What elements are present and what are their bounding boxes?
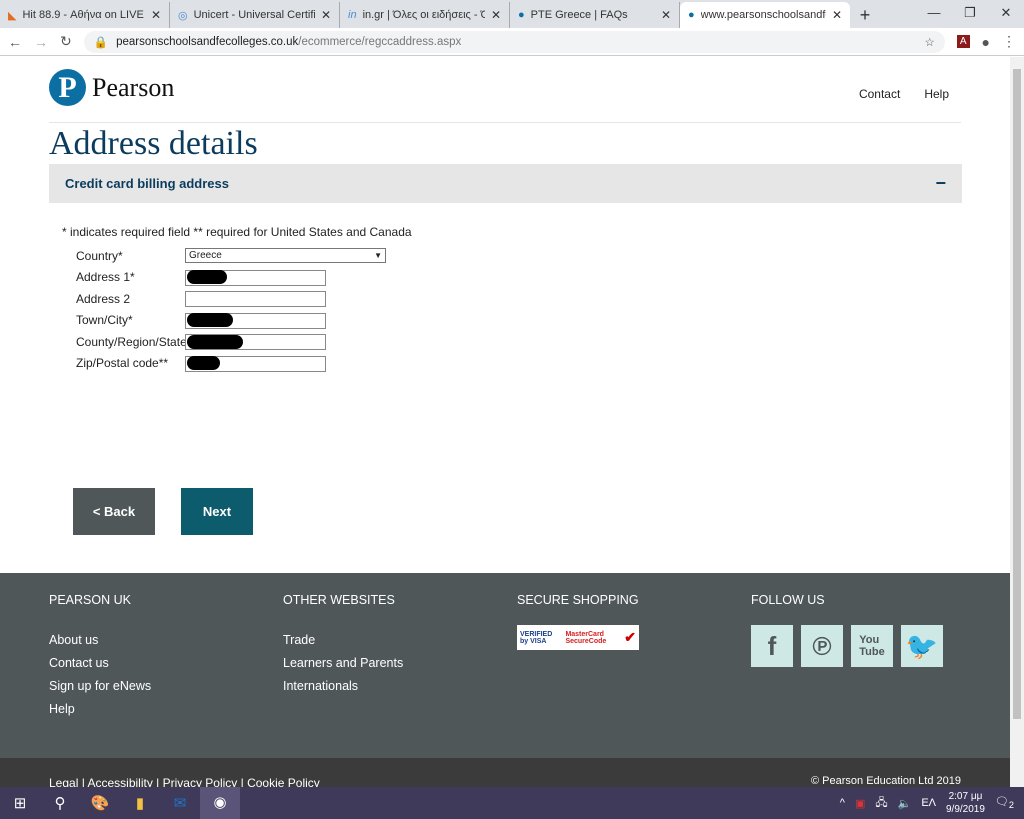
redaction (187, 356, 220, 370)
redaction (187, 270, 227, 284)
address-bar-row: ← → ↻ 🔒 pearsonschoolsandfecolleges.co.uk/e… (0, 28, 1024, 56)
pearson-icon: ● (518, 9, 525, 21)
paint-icon[interactable]: 🎨 (80, 794, 120, 812)
copyright: © Pearson Education Ltd 2019 (811, 775, 961, 787)
pdf-extension-icon[interactable]: A (956, 35, 970, 48)
windows-taskbar: ⊞ ⚲ 🎨 ▮ ✉ ◉ ^ ▣ 🖧 🔈 ΕΛ 2:07 μμ 9/9/2019 🗨… (0, 787, 1024, 819)
browser-tab[interactable]: ◎Unicert - Universal Certificate✕ (170, 2, 340, 28)
help-link[interactable]: Help (924, 87, 949, 101)
clock[interactable]: 2:07 μμ 9/9/2019 (946, 790, 985, 816)
redaction (187, 334, 243, 349)
language-indicator[interactable]: ΕΛ (921, 797, 936, 809)
address2-input[interactable] (185, 291, 326, 307)
site-header: P Pearson Contact Help (49, 69, 961, 123)
billing-panel-header[interactable]: Credit card billing address − (49, 164, 962, 203)
browser-tab[interactable]: ◣ Hit 88.9 - Αθήνα on LIVE ✕ (0, 2, 170, 28)
footer-link[interactable]: Learners and Parents (283, 656, 403, 670)
legal-links[interactable]: Legal | Accessibility | Privacy Policy |… (49, 776, 320, 787)
contact-link[interactable]: Contact (859, 87, 900, 101)
reload-icon[interactable]: ↻ (60, 33, 72, 50)
youtube-icon[interactable]: You Tube (851, 625, 893, 667)
acrobat-tray-icon[interactable]: ▣ (855, 797, 865, 810)
in-gr-icon: in (348, 9, 357, 21)
address-form: Country* Greece ▼ Address 1* Address 2 Tow… (76, 245, 386, 374)
verified-by-visa-badge: VERIFIED by VISA (520, 630, 553, 645)
file-explorer-icon[interactable]: ▮ (120, 794, 160, 812)
collapse-icon[interactable]: − (935, 173, 946, 194)
site-footer: PEARSON UK About us Contact us Sign up for… (0, 573, 1010, 758)
back-button[interactable]: < Back (73, 488, 155, 535)
browser-tab-active[interactable]: ●www.pearsonschoolsandfecolleges✕ (680, 2, 850, 28)
close-icon[interactable]: ✕ (321, 8, 331, 22)
outlook-icon[interactable]: ✉ (160, 794, 200, 812)
facebook-icon[interactable]: f (751, 625, 793, 667)
tab-strip: ◣ Hit 88.9 - Αθήνα on LIVE ✕ ◎ Unicert - Un… (0, 0, 1024, 28)
chrome-icon[interactable]: ◉ (200, 787, 240, 819)
close-icon[interactable]: ✕ (491, 8, 501, 22)
country-select[interactable]: Greece ▼ (185, 248, 386, 264)
minimize-icon[interactable]: — (916, 0, 952, 28)
footer-link[interactable]: Contact us (49, 656, 151, 670)
volume-icon[interactable]: 🔈 (898, 797, 912, 810)
footer-link[interactable]: Internationals (283, 679, 403, 693)
dropdown-arrow-icon: ▼ (374, 251, 382, 261)
footer-bottom: Legal | Accessibility | Privacy Policy |… (0, 758, 1010, 787)
restore-icon[interactable]: ❐ (952, 0, 988, 28)
close-icon[interactable]: ✕ (661, 8, 671, 22)
browser-tab[interactable]: inin.gr | Όλες οι ειδήσεις - Όλη✕ (340, 2, 510, 28)
lock-icon: 🔒 (93, 36, 109, 49)
page-content: P Pearson Contact Help Address details Cre… (0, 57, 1010, 787)
forward-arrow-icon[interactable]: → (34, 34, 48, 50)
search-icon[interactable]: ⚲ (40, 794, 80, 812)
unicert-icon: ◎ (178, 9, 188, 22)
chevron-up-icon[interactable]: ^ (840, 797, 845, 809)
close-icon[interactable]: ✕ (832, 8, 842, 22)
twitter-icon[interactable]: 🐦 (901, 625, 943, 667)
check-icon: ✔ (624, 629, 636, 645)
pearson-logo[interactable]: P Pearson (49, 69, 961, 106)
next-button[interactable]: Next (181, 488, 253, 535)
url-field[interactable]: 🔒 pearsonschoolsandfecolleges.co.uk/ecomm… (83, 30, 945, 53)
page-title: Address details (49, 125, 258, 162)
star-icon[interactable]: ☆ (925, 35, 935, 49)
mastercard-securecode-badge: MasterCard SecureCode (565, 630, 607, 645)
windows-start-icon[interactable]: ⊞ (0, 794, 40, 812)
footer-link[interactable]: About us (49, 633, 151, 647)
browser-tab[interactable]: ● PTE Greece | FAQs ✕ (510, 2, 680, 28)
back-arrow-icon[interactable]: ← (8, 34, 22, 50)
new-tab-button[interactable]: + (850, 2, 880, 28)
secure-badges: VERIFIED by VISA MasterCard SecureCode ✔ (517, 625, 639, 650)
scrollbar-thumb[interactable] (1013, 69, 1021, 719)
footer-link[interactable]: Sign up for eNews (49, 679, 151, 693)
radio-icon: ◣ (8, 9, 17, 22)
redaction (187, 313, 233, 327)
pinterest-icon[interactable]: ℗ (801, 625, 843, 667)
notifications-icon[interactable]: 🗨2 (995, 795, 1014, 810)
pearson-icon: ● (688, 9, 695, 21)
profile-icon[interactable]: ● (982, 34, 990, 50)
required-note: * indicates required field ** required f… (62, 225, 412, 239)
footer-link[interactable]: Trade (283, 633, 403, 647)
close-window-icon[interactable]: ✕ (988, 0, 1024, 28)
scrollbar[interactable] (1010, 57, 1024, 787)
close-icon[interactable]: ✕ (151, 8, 161, 22)
footer-link[interactable]: Help (49, 702, 151, 716)
menu-icon[interactable]: ⋮ (1002, 33, 1016, 50)
network-icon[interactable]: 🖧 (875, 794, 887, 813)
